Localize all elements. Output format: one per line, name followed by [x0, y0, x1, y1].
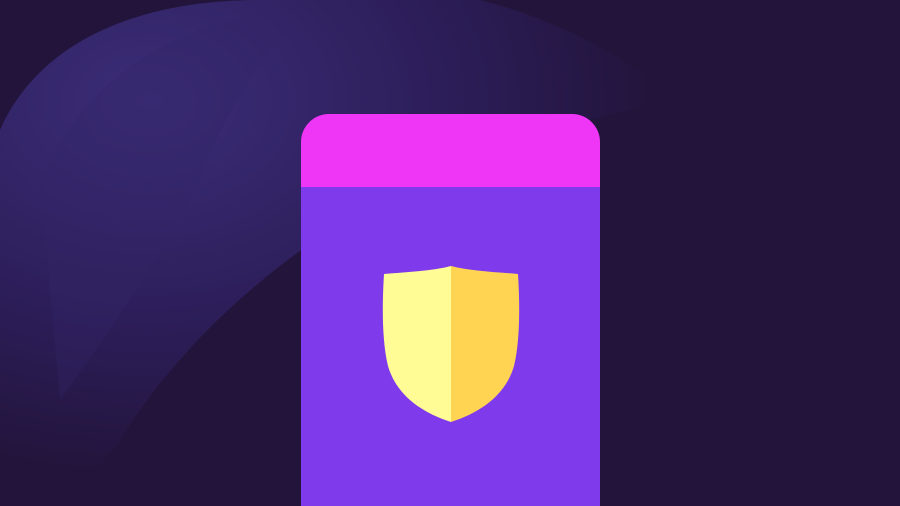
shield-left-half — [382, 266, 451, 422]
phone-header-bar — [301, 114, 600, 187]
illustration-scene — [0, 0, 900, 506]
shield-icon — [382, 266, 520, 422]
shield-right-half — [451, 266, 520, 422]
phone-device — [301, 114, 600, 506]
